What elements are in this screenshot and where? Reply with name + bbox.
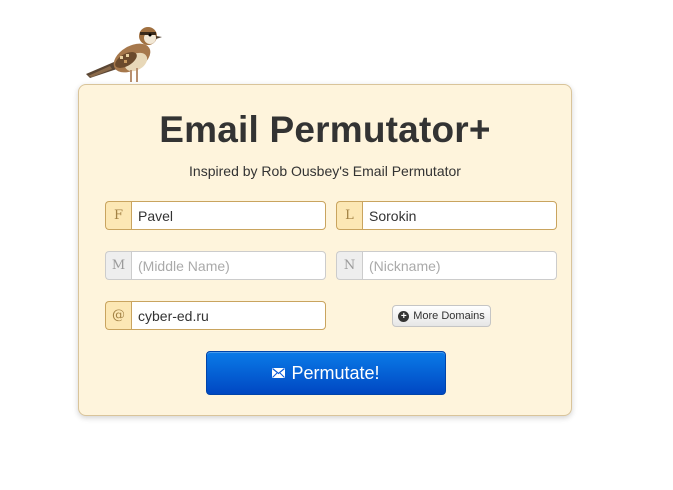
more-domains-button[interactable]: + More Domains [392, 305, 491, 327]
domain-field: @ [105, 301, 326, 330]
last-name-field: L [336, 201, 557, 230]
nickname-addon: N [336, 251, 362, 280]
plus-circle-icon: + [398, 310, 410, 322]
permutate-label: Permutate! [291, 362, 380, 383]
permutate-button[interactable]: Permutate! [206, 351, 446, 395]
permutator-card: Email Permutator+ Inspired by Rob Ousbey… [78, 84, 572, 416]
first-name-field: F [105, 201, 326, 230]
middle-name-field: M [105, 251, 326, 280]
last-name-input[interactable] [362, 201, 557, 230]
first-name-input[interactable] [131, 201, 326, 230]
middle-name-input[interactable] [131, 251, 326, 280]
last-name-addon: L [336, 201, 362, 230]
nickname-field: N [336, 251, 557, 280]
nickname-input[interactable] [362, 251, 557, 280]
envelope-icon [272, 368, 286, 378]
domain-input[interactable] [131, 301, 326, 330]
more-domains-label: More Domains [413, 310, 485, 322]
bird-logo-icon [86, 27, 162, 82]
page-subtitle: Inspired by Rob Ousbey's Email Permutato… [189, 163, 461, 179]
at-sign-addon: @ [105, 301, 131, 330]
middle-name-addon: M [105, 251, 131, 280]
first-name-addon: F [105, 201, 131, 230]
page-title: Email Permutator+ [159, 109, 491, 150]
